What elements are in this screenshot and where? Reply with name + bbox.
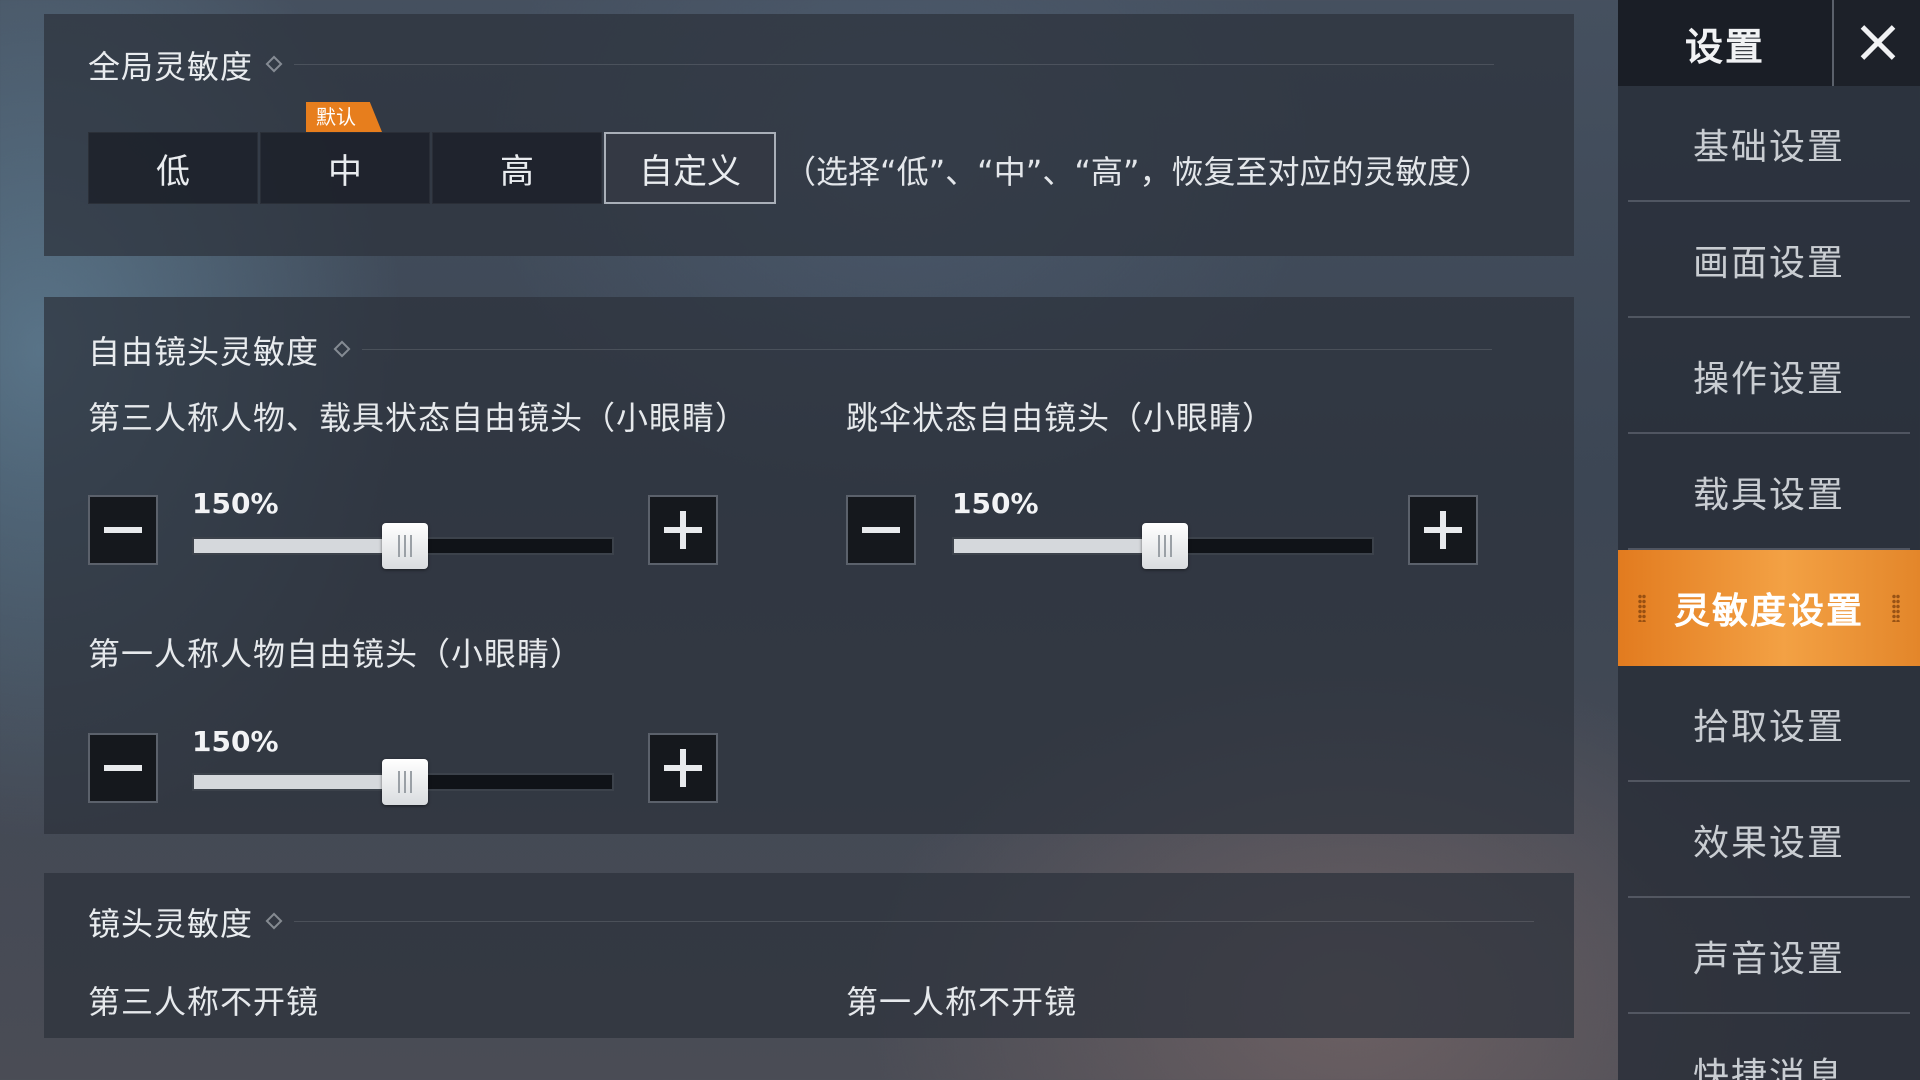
preset-custom-button[interactable]: 自定义	[604, 132, 776, 204]
slider-handle[interactable]	[1142, 523, 1188, 569]
sensitivity-slider[interactable]	[192, 523, 614, 569]
settings-sidebar: 设置 基础设置 画面设置 操作设置 载具设置 灵敏度设置 拾取设置 效果设置 声…	[1618, 0, 1920, 1080]
slider-label-parachute: 跳伞状态自由镜头（小眼睛）	[846, 399, 1276, 437]
increase-button[interactable]	[1408, 495, 1478, 565]
slider-fill	[194, 775, 405, 789]
sidebar-item-basic[interactable]: 基础设置	[1628, 88, 1910, 202]
preset-low-button[interactable]: 低	[88, 132, 258, 204]
slider-handle[interactable]	[382, 759, 428, 805]
sidebar-item-label: 灵敏度设置	[1673, 591, 1864, 632]
diamond-icon	[265, 55, 283, 73]
decrease-button[interactable]	[846, 495, 916, 565]
grip-dots-icon	[1892, 594, 1900, 622]
slider-label-first-person: 第一人称人物自由镜头（小眼睛）	[88, 635, 584, 673]
scope-label-first-person: 第一人称不开镜	[846, 983, 1078, 1021]
scope-sensitivity-panel: 镜头灵敏度 第三人称不开镜 第一人称不开镜	[44, 873, 1574, 1038]
preset-hint: （选择“低”、“中”、“高”，恢复至对应的灵敏度）	[784, 153, 1492, 191]
sensitivity-slider[interactable]	[952, 523, 1374, 569]
increase-button[interactable]	[648, 733, 718, 803]
sidebar-item-sound[interactable]: 声音设置	[1628, 900, 1910, 1014]
slider-value: 150%	[192, 725, 279, 758]
sidebar-item-vehicle[interactable]: 载具设置	[1628, 436, 1910, 550]
slider-label-third-person: 第三人称人物、载具状态自由镜头（小眼睛）	[88, 399, 749, 437]
section-title-global: 全局灵敏度	[88, 48, 254, 86]
decrease-button[interactable]	[88, 733, 158, 803]
sensitivity-slider[interactable]	[192, 759, 614, 805]
free-look-panel: 自由镜头灵敏度 第三人称人物、载具状态自由镜头（小眼睛） 150% 跳伞状态自由…	[44, 297, 1574, 834]
section-divider	[294, 64, 1494, 65]
section-title-scope: 镜头灵敏度	[88, 905, 254, 943]
preset-high-button[interactable]: 高	[432, 132, 602, 204]
grip-dots-icon	[1638, 594, 1646, 622]
section-divider	[294, 921, 1534, 922]
sidebar-item-sensitivity[interactable]: 灵敏度设置	[1618, 550, 1920, 666]
sidebar-header: 设置	[1618, 0, 1920, 86]
sidebar-item-graphics[interactable]: 画面设置	[1628, 204, 1910, 318]
slider-fill	[194, 539, 405, 553]
preset-medium-button[interactable]: 中	[260, 132, 430, 204]
section-title-free-look: 自由镜头灵敏度	[88, 333, 320, 371]
sidebar-item-quick-message[interactable]: 快捷消息	[1628, 1016, 1910, 1080]
decrease-button[interactable]	[88, 495, 158, 565]
default-badge: 默认	[306, 102, 382, 132]
diamond-icon	[333, 340, 351, 358]
sidebar-item-pickup[interactable]: 拾取设置	[1628, 668, 1910, 782]
settings-title: 设置	[1684, 24, 1765, 69]
slider-value: 150%	[952, 487, 1039, 520]
section-divider	[362, 349, 1492, 350]
slider-value: 150%	[192, 487, 279, 520]
sidebar-item-controls[interactable]: 操作设置	[1628, 320, 1910, 434]
global-sensitivity-panel: 全局灵敏度 默认 低 中 高 自定义 （选择“低”、“中”、“高”，恢复至对应的…	[44, 14, 1574, 256]
sidebar-item-effects[interactable]: 效果设置	[1628, 784, 1910, 898]
diamond-icon	[265, 912, 283, 930]
close-button[interactable]	[1832, 0, 1920, 86]
increase-button[interactable]	[648, 495, 718, 565]
slider-fill	[954, 539, 1165, 553]
slider-handle[interactable]	[382, 523, 428, 569]
scope-label-third-person: 第三人称不开镜	[88, 983, 320, 1021]
